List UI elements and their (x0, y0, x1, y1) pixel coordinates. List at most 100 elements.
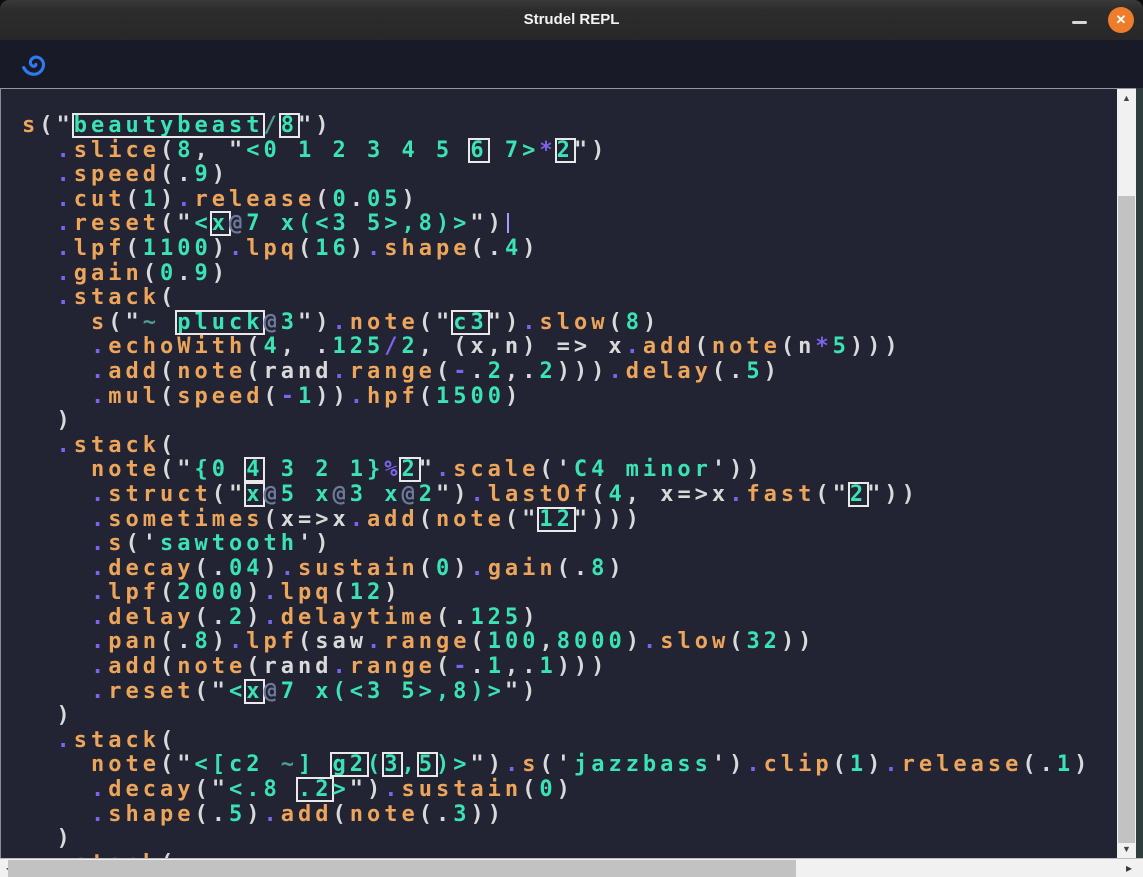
code-token: (" (160, 752, 195, 777)
code-token: . (57, 728, 74, 753)
code-token: . (229, 629, 246, 654)
code-token: ))) (557, 654, 609, 679)
scroll-up-arrow-icon[interactable]: ▲ (1117, 91, 1136, 105)
code-line[interactable]: .decay("<.8 .2>").sustain(0) (22, 778, 1117, 803)
code-line[interactable]: note("<[c2 ~] g2(3,5)>").s('jazzbass').c… (22, 753, 1117, 778)
code-line[interactable]: s("~ pluck@3").note("c3").slow(8) (22, 311, 1117, 336)
code-line[interactable]: .decay(.04).sustain(0).gain(.8) (22, 557, 1117, 582)
code-token: 9 (194, 261, 211, 286)
code-token: , (505, 359, 522, 384)
vertical-scrollbar[interactable]: ▲ ▼ (1117, 88, 1136, 858)
code-token: ") (470, 211, 505, 236)
code-line[interactable]: .pan(.8).lpf(saw.range(100,8000).slow(32… (22, 630, 1117, 655)
code-token (22, 138, 57, 163)
code-line[interactable]: ) (22, 827, 1117, 852)
scroll-down-arrow-icon[interactable]: ▼ (1117, 842, 1136, 856)
code-line[interactable]: .reset("<x@7 x(<3 5>,8)>") (22, 680, 1117, 705)
active-pattern-token: 4 (246, 459, 263, 480)
code-token: ( (695, 334, 712, 359)
code-token: ( (194, 556, 211, 581)
code-token: . (91, 580, 108, 605)
code-token: . (57, 851, 74, 858)
code-token: ") (298, 310, 333, 335)
code-line[interactable]: .s('sawtooth') (22, 532, 1117, 557)
code-line[interactable]: .stack( (22, 434, 1117, 459)
code-token: ( (160, 359, 177, 384)
code-token: ( (470, 629, 487, 654)
code-token: @ (263, 679, 280, 704)
code-line[interactable]: s("beautybeast/8") (22, 114, 1117, 139)
code-token: ") (436, 482, 471, 507)
code-token: clip (764, 752, 833, 777)
code-token: release (902, 752, 1023, 777)
code-line[interactable]: .gain(0.9) (22, 262, 1117, 287)
code-line[interactable]: .stack( (22, 729, 1117, 754)
code-token: ") (488, 310, 523, 335)
code-token (22, 433, 57, 458)
code-token: , (539, 629, 556, 654)
code-token: , (281, 334, 316, 359)
code-token: ( (126, 236, 143, 261)
code-line[interactable]: note("{0 4 3 2 1}%2".scale('C4 minor')) (22, 458, 1117, 483)
scroll-right-arrow-icon[interactable]: ▸ (1122, 859, 1136, 877)
code-line[interactable]: .speed(.9) (22, 163, 1117, 188)
code-token: s (22, 113, 39, 138)
code-token: . (229, 236, 246, 261)
code-token: . (626, 334, 643, 359)
vertical-scrollbar-thumb[interactable] (1118, 196, 1135, 843)
minimize-button[interactable] (1072, 21, 1087, 24)
code-line[interactable]: .stack( (22, 286, 1117, 311)
code-token: ) (22, 408, 74, 433)
code-line[interactable]: .cut(1).release(0.05) (22, 188, 1117, 213)
code-token: 1 (1057, 752, 1074, 777)
code-token: 0 (160, 261, 177, 286)
horizontal-scrollbar-thumb[interactable] (8, 860, 796, 877)
code-token: C4 minor (574, 457, 712, 482)
code-token: 7 x(<3 5>,8)> (281, 679, 505, 704)
code-token: range (350, 359, 436, 384)
active-pattern-token: beautybeast (74, 115, 264, 136)
code-token: ( (591, 482, 608, 507)
code-token: - (281, 384, 298, 409)
code-area[interactable]: s("beautybeast/8") .slice(8, "<0 1 2 3 4… (1, 89, 1117, 858)
code-token: ")) (867, 482, 919, 507)
active-pattern-token: 8 (281, 115, 298, 136)
code-token: . (91, 556, 108, 581)
code-token: ( (160, 384, 177, 409)
code-editor[interactable]: s("beautybeast/8") .slice(8, "<0 1 2 3 4… (0, 88, 1117, 858)
code-line[interactable]: .delay(.2).delaytime(.125) (22, 606, 1117, 631)
active-pattern-token: x (212, 213, 229, 234)
code-line[interactable]: ) (22, 409, 1117, 434)
code-token: shape (384, 236, 470, 261)
code-token: lpq (246, 236, 298, 261)
code-token (22, 654, 91, 679)
code-line[interactable]: .reset("<x@7 x(<3 5>,8)>") (22, 212, 1117, 237)
code-token: note (712, 334, 781, 359)
code-line[interactable]: .add(note(rand.range(-.1,.1))) (22, 655, 1117, 680)
code-token: ") (298, 113, 333, 138)
code-token: note (350, 802, 419, 827)
code-line[interactable]: .lpf(1100).lpq(16).shape(.4) (22, 237, 1117, 262)
code-line[interactable]: .echoWith(4, .125/2, (x,n) => x.add(note… (22, 335, 1117, 360)
code-token: ) (212, 162, 229, 187)
code-line[interactable]: ) (22, 704, 1117, 729)
code-token: saw (315, 629, 367, 654)
code-token (22, 752, 91, 777)
code-line[interactable]: .slice(8, "<0 1 2 3 4 5 6 7>*2") (22, 139, 1117, 164)
active-pattern-token: 12 (539, 509, 574, 530)
code-line[interactable]: .add(note(rand.range(-.2,.2))).delay(.5) (22, 360, 1117, 385)
strudel-logo-icon[interactable] (21, 50, 49, 78)
close-button[interactable]: ✕ (1108, 7, 1134, 33)
code-token: stack (74, 433, 160, 458)
code-line[interactable]: .sometimes(x=>x.add(note("12"))) (22, 508, 1117, 533)
code-line[interactable]: .lpf(2000).lpq(12) (22, 581, 1117, 606)
code-line[interactable]: .shape(.5).add(note(.3)) (22, 803, 1117, 828)
code-token: . (57, 285, 74, 310)
code-token: release (195, 187, 316, 212)
horizontal-scrollbar[interactable]: ◂ ▸ (0, 858, 1143, 877)
code-line[interactable]: .struct("x@5 x@3 x@2").lastOf(4, x=>x.fa… (22, 483, 1117, 508)
code-token (22, 261, 57, 286)
code-token: 0 (436, 556, 453, 581)
code-line[interactable]: .mul(speed(-1)).hpf(1500) (22, 385, 1117, 410)
code-token: ( (1022, 752, 1039, 777)
